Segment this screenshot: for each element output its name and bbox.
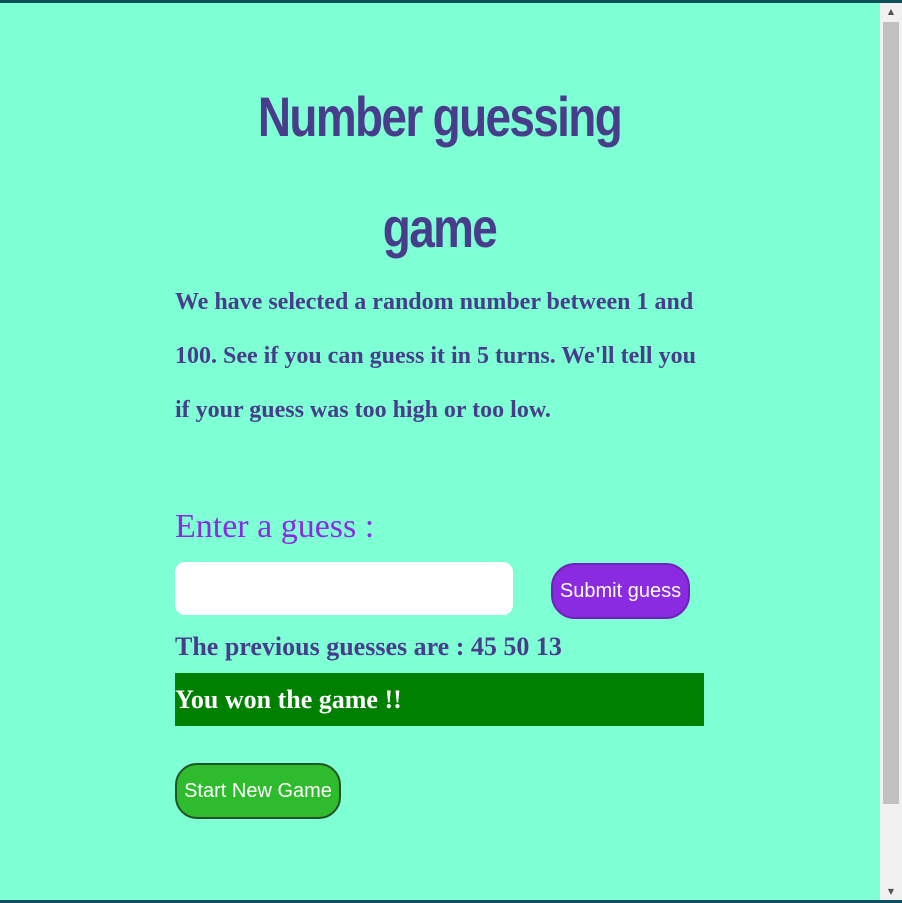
submit-guess-button[interactable]: Submit guess (551, 563, 690, 619)
game-result-message: You won the game !! (175, 673, 704, 726)
page-viewport: Number guessing game We have selected a … (0, 3, 880, 900)
previous-guesses: The previous guesses are : 45 50 13 (175, 632, 562, 661)
guess-label: Enter a guess : (175, 508, 375, 545)
scroll-up-icon[interactable]: ▲ (880, 3, 902, 20)
scroll-down-icon[interactable]: ▼ (880, 883, 902, 900)
guess-input[interactable] (175, 562, 513, 615)
page-title: Number guessing game (257, 85, 623, 259)
start-new-game-button[interactable]: Start New Game (175, 763, 341, 819)
scrollbar-thumb[interactable] (883, 22, 899, 804)
game-instructions: We have selected a random number between… (175, 289, 696, 423)
vertical-scrollbar[interactable]: ▲ ▼ (880, 3, 902, 900)
